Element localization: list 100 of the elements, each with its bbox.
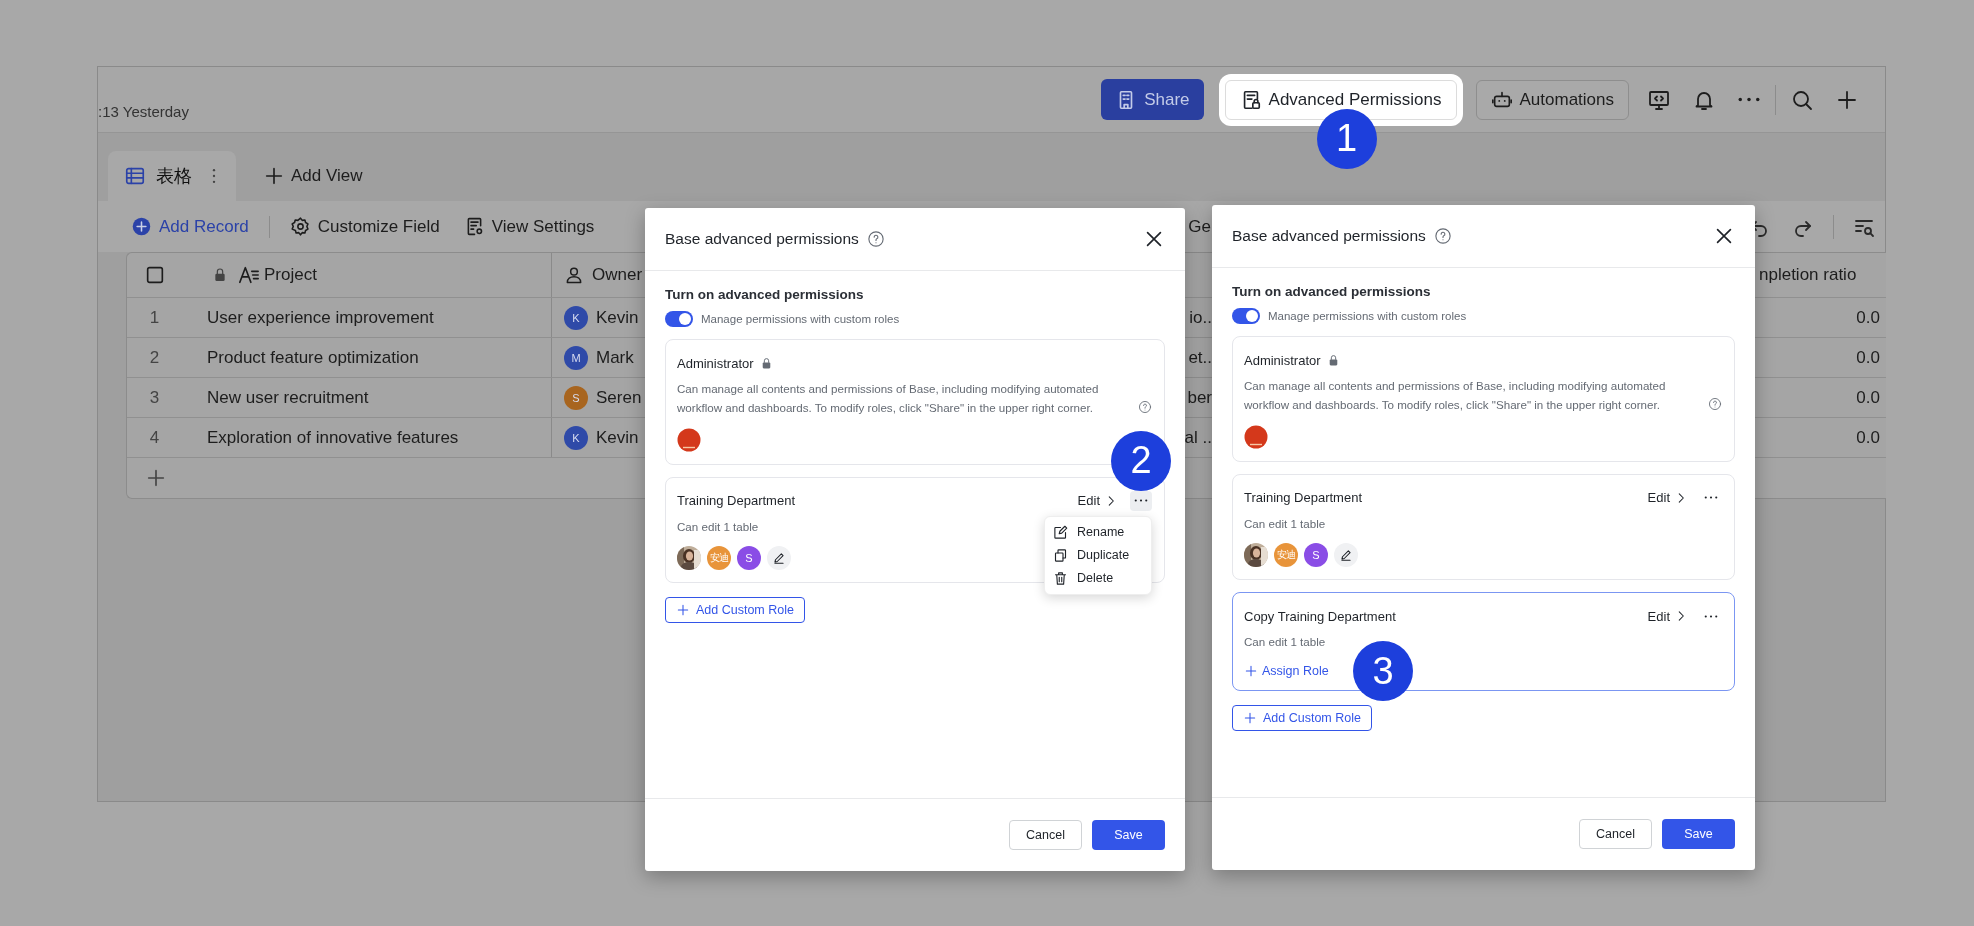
person-icon <box>564 265 584 285</box>
menu-item[interactable]: Delete <box>1045 566 1151 590</box>
table-cell: et.. <box>1188 347 1212 368</box>
add-record-button[interactable]: Add Record <box>131 216 249 237</box>
avatar-icon <box>677 427 701 452</box>
automations-button[interactable]: Automations <box>1475 79 1629 120</box>
more-icon <box>1704 614 1718 618</box>
row-number: 3 <box>148 386 161 409</box>
user-avatar: 安迪 <box>1274 543 1298 568</box>
user-avatar: M <box>564 345 588 370</box>
owner-name: Seren <box>596 387 642 408</box>
column-header[interactable]: Owner <box>592 265 643 285</box>
table-cell: 0.0 <box>1856 387 1880 408</box>
role-name: Copy Training Department <box>1244 608 1396 624</box>
edit-icon <box>1053 524 1068 540</box>
cancel-button[interactable]: Cancel <box>1579 819 1652 849</box>
table-cell: 0.0 <box>1856 307 1880 328</box>
row-number: 4 <box>148 426 161 449</box>
role-description: Can manage all contents and permissions of Base, including modifying automated workflow and dashboards. To modify roles, click "Share" in the upper right corner. <box>677 381 1100 417</box>
edit-button[interactable]: Edit <box>1647 490 1688 506</box>
gear-icon <box>289 216 311 237</box>
more-button[interactable] <box>1130 490 1152 511</box>
owner-name: Kevin <box>596 307 639 328</box>
role-name: Administrator <box>1244 352 1321 368</box>
lock-icon <box>212 267 228 283</box>
cancel-button[interactable]: Cancel <box>1009 820 1082 850</box>
user-avatar: S <box>564 385 588 410</box>
add-row-icon[interactable] <box>145 467 167 489</box>
table-cell: al .. <box>1184 427 1212 448</box>
role-name: Training Department <box>1244 490 1362 506</box>
table-cell: Exploration of innovative features <box>207 427 459 448</box>
help-icon[interactable] <box>1138 399 1152 414</box>
save-button[interactable]: Save <box>1662 819 1735 849</box>
grid-icon <box>124 165 146 187</box>
table-cell: 0.0 <box>1856 347 1880 368</box>
assign-role-link[interactable]: Assign Role <box>1244 663 1329 678</box>
role-description: Can manage all contents and permissions of Base, including modifying automated workflow and dashboards. To modify roles, click "Share" in the upper right corner. <box>1244 378 1667 414</box>
section-heading: Turn on advanced permissions <box>1232 284 1431 299</box>
plus-icon <box>1243 710 1257 725</box>
pencil-icon <box>772 551 786 566</box>
step-badge: 3 <box>1353 641 1413 702</box>
share-button[interactable]: Share <box>1101 79 1204 120</box>
save-button[interactable]: Save <box>1092 820 1165 850</box>
column-header[interactable]: npletion ratio <box>1759 265 1857 285</box>
edit-members-button[interactable] <box>767 546 791 571</box>
toggle-switch[interactable] <box>665 311 693 327</box>
column-header[interactable]: Project <box>264 265 317 285</box>
trash-icon <box>1053 570 1068 586</box>
user-avatar: K <box>564 305 588 330</box>
help-icon[interactable] <box>1433 227 1452 245</box>
more-icon[interactable] <box>1737 97 1761 102</box>
user-avatar: S <box>737 546 761 571</box>
toggle-label: Manage permissions with custom roles <box>1268 310 1467 322</box>
table-cell: ber <box>1187 387 1212 408</box>
owner-name: Kevin <box>596 427 639 448</box>
role-description: Can edit 1 table <box>677 518 759 535</box>
view-settings-button[interactable]: View Settings <box>463 216 595 237</box>
add-custom-role-button[interactable]: Add Custom Role <box>1232 704 1372 731</box>
more-icon <box>1704 496 1718 500</box>
dialog-title: Base advanced permissions <box>665 230 859 248</box>
table-cell: Product feature optimization <box>207 347 419 368</box>
section-heading: Turn on advanced permissions <box>665 287 864 302</box>
role-name: Administrator <box>677 355 754 371</box>
toolbar-button[interactable]: Ge <box>1188 216 1211 237</box>
table-cell: io.. <box>1189 307 1212 328</box>
step-badge: 2 <box>1111 430 1171 491</box>
role-name: Training Department <box>677 493 795 509</box>
edit-members-button[interactable] <box>1334 543 1358 568</box>
plus-icon <box>1244 663 1258 678</box>
user-avatar: 安迪 <box>707 546 731 571</box>
toggle-switch[interactable] <box>1232 308 1260 324</box>
menu-item[interactable]: Rename <box>1045 520 1151 544</box>
pencil-icon <box>1339 548 1353 563</box>
view-tab[interactable]: 表格 <box>108 151 236 201</box>
owner-name: Mark <box>596 347 634 368</box>
last-edited-time: :13 Yesterday <box>98 103 189 120</box>
row-number: 2 <box>148 346 161 369</box>
table-cell: 0.0 <box>1856 427 1880 448</box>
plus-icon <box>263 165 285 187</box>
add-icon <box>131 216 152 237</box>
edit-button[interactable]: Edit <box>1647 608 1688 624</box>
row-number: 1 <box>148 306 161 329</box>
help-icon[interactable] <box>866 230 885 248</box>
add-custom-role-button[interactable]: Add Custom Role <box>665 597 805 624</box>
table-cell: New user recruitment <box>207 387 369 408</box>
copy-icon <box>1053 547 1068 563</box>
role-description: Can edit 1 table <box>1244 634 1326 651</box>
table-cell: User experience improvement <box>207 307 434 328</box>
dialog-title: Base advanced permissions <box>1232 227 1426 245</box>
text-field-icon <box>238 264 260 286</box>
more-icon <box>1134 499 1148 503</box>
customize-field-button[interactable]: Customize Field <box>289 216 440 237</box>
menu-item[interactable]: Duplicate <box>1045 543 1151 567</box>
add-view-button[interactable]: Add View <box>263 151 363 201</box>
edit-button[interactable]: Edit <box>1077 493 1118 509</box>
help-icon[interactable] <box>1708 396 1722 411</box>
user-avatar: S <box>1304 543 1328 568</box>
role-description: Can edit 1 table <box>1244 515 1326 532</box>
avatar-icon <box>1244 424 1268 449</box>
user-avatar: K <box>564 425 588 450</box>
